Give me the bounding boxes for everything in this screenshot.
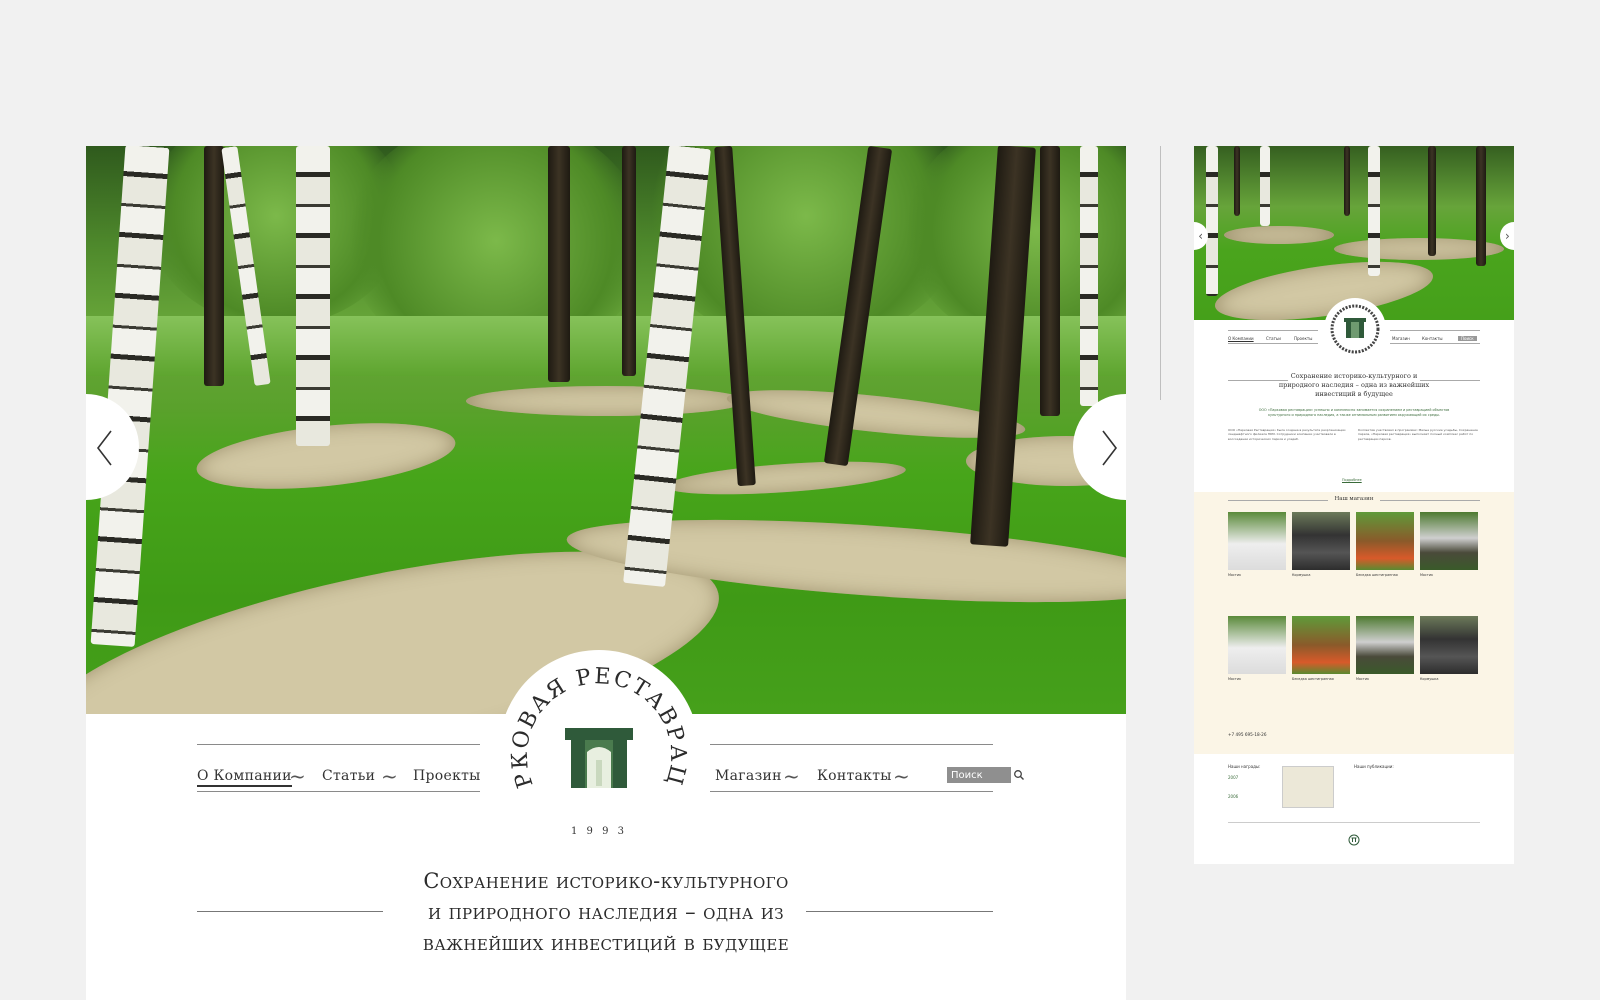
chevron-right-icon: › [1505, 229, 1510, 243]
chevron-left-icon: ‹ [1198, 229, 1203, 243]
thumb-nav-projects[interactable]: Проекты [1294, 336, 1312, 341]
thumb-shop-title: Наш магазин [1334, 496, 1374, 502]
awards-title: Наши награды: [1228, 764, 1261, 769]
nav-about[interactable]: О Компании [197, 768, 292, 787]
product-card[interactable]: Беседка шестигранная [1356, 512, 1414, 577]
product-card[interactable]: Мостик [1420, 512, 1478, 577]
thumb-phone: +7 495 695-18-26 [1228, 732, 1267, 737]
thumb-col-right: Коллектив участвовал в программах: Малые… [1358, 428, 1478, 441]
thumb-search[interactable]: Поиск [1458, 336, 1477, 341]
footer-logo-icon [1348, 834, 1360, 846]
thumb-nav-shop[interactable]: Магазин [1392, 336, 1410, 341]
chevron-left-icon [96, 430, 112, 466]
product-card[interactable]: Мостик [1356, 616, 1414, 681]
page-heading: Сохранение историко-культурного и природ… [366, 866, 846, 959]
product-card[interactable]: Мостик [1228, 512, 1286, 577]
product-card[interactable]: Беседка шестигранная [1292, 616, 1350, 681]
award-year: 2006 [1228, 794, 1239, 799]
heading-line-2: и природного наследия – одна из [428, 900, 784, 924]
nav-separator: ~ [289, 764, 306, 788]
nav-separator: ~ [783, 764, 800, 788]
search-input[interactable] [947, 767, 1021, 783]
thumb-nav-articles[interactable]: Статьи [1266, 336, 1281, 341]
thumb-shop-section: Наш магазин Мостик Кормушка Беседка шест… [1194, 492, 1514, 754]
full-page-preview: ‹ › О Компании Статьи Проекты Магазин Ко… [1194, 146, 1514, 864]
thumb-more-link[interactable]: Подробнее [1342, 478, 1362, 482]
nav-projects[interactable]: Проекты [413, 768, 481, 784]
publications-title: Наши публикации: [1354, 764, 1394, 769]
nav-separator: ~ [893, 764, 910, 788]
hero-slider-image [86, 146, 1126, 714]
thumb-intro: ООО «Парковая реставрация» успешно и ком… [1258, 408, 1450, 417]
product-card[interactable]: Кормушка [1292, 512, 1350, 577]
award-certificates [1282, 766, 1334, 808]
vertical-divider [1160, 146, 1161, 400]
thumb-nav-about[interactable]: О Компании [1228, 336, 1254, 341]
nav-articles[interactable]: Статьи [322, 768, 375, 784]
heading-line-3: важнейших инвестиций в будущее [422, 931, 790, 955]
nav-contacts[interactable]: Контакты [817, 768, 892, 784]
search-button[interactable] [1011, 767, 1027, 783]
thumb-nav-contacts[interactable]: Контакты [1422, 336, 1443, 341]
thumb-logo [1324, 298, 1386, 360]
heading-line-1: Сохранение историко-культурного [423, 869, 789, 893]
nav-shop[interactable]: Магазин [715, 768, 782, 784]
main-site-mockup: ПАРКОВАЯ РЕСТАВРАЦИЯ 1 9 9 3 О Компании … [86, 146, 1126, 1000]
product-card[interactable]: Мостик [1228, 616, 1286, 681]
thumb-awards: Наши награды: 2007 2006 [1228, 764, 1260, 799]
product-card[interactable]: Кормушка [1420, 616, 1478, 681]
thumb-hero-image: ‹ › [1194, 146, 1514, 320]
thumb-heading: Сохранение историко-культурного и природ… [1278, 372, 1430, 398]
thumb-footer [1194, 834, 1514, 864]
company-logo[interactable]: ПАРКОВАЯ РЕСТАВРАЦИЯ 1 9 9 3 [499, 650, 699, 850]
nav-separator: ~ [381, 764, 398, 788]
search-icon [1014, 770, 1024, 780]
thumb-col-left: ООО «Парковая Реставрация» была создана … [1228, 428, 1346, 441]
award-year: 2007 [1228, 775, 1239, 780]
logo-year: 1 9 9 3 [571, 826, 627, 837]
chevron-right-icon [1102, 430, 1118, 466]
